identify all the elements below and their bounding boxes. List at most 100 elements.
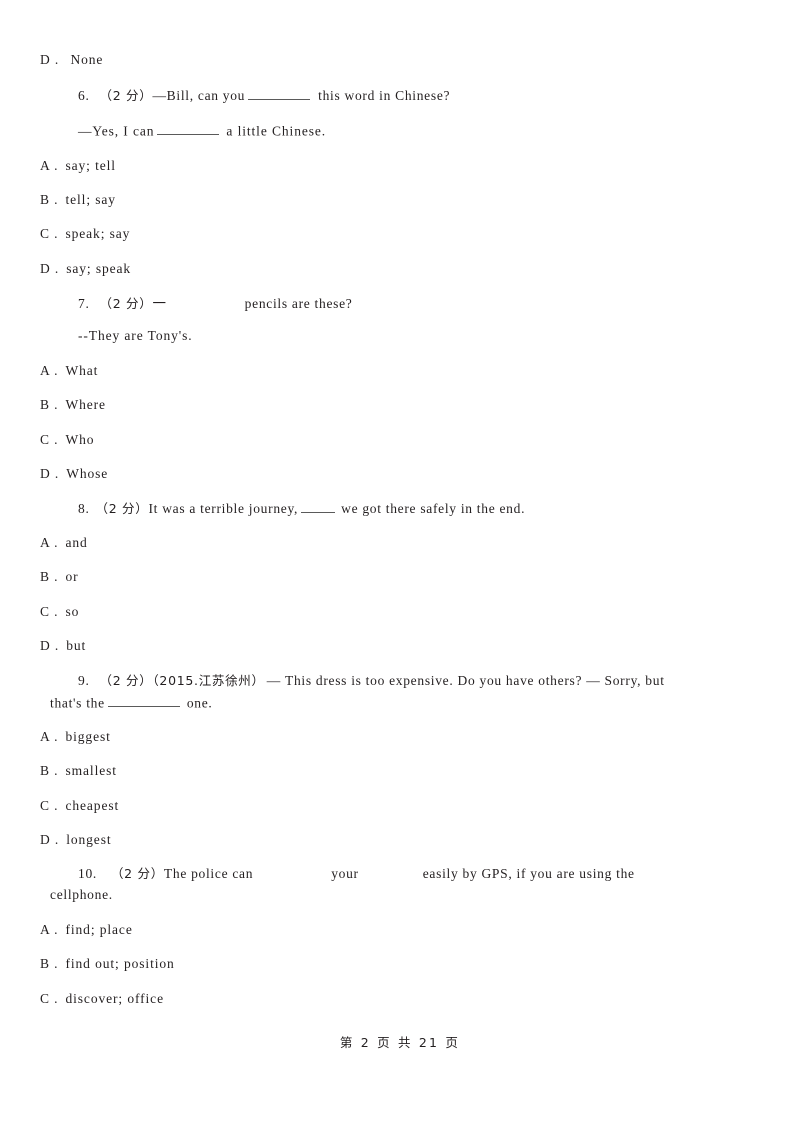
- option-label: D .: [40, 832, 60, 847]
- option-label: B .: [40, 192, 59, 207]
- option-line: A . say; tell: [40, 158, 742, 174]
- option-label: D .: [40, 261, 60, 276]
- option-line: C . discover; office: [40, 991, 742, 1007]
- option-text: smallest: [65, 763, 117, 778]
- question-number: 10.: [78, 866, 97, 881]
- option-text: Where: [65, 397, 106, 412]
- stem-line2-after: one.: [186, 695, 213, 711]
- option-text: discover; office: [65, 991, 164, 1006]
- question-marks: （2 分）: [99, 296, 153, 311]
- question-stem-text: —Bill, can you: [152, 88, 246, 103]
- reply-text: --They are Tony's.: [78, 328, 193, 343]
- option-line: A . What: [40, 363, 742, 379]
- option-line: B . Where: [40, 397, 742, 413]
- answer-blank: [157, 122, 220, 136]
- stem-line2-before: that's the: [50, 695, 105, 711]
- page-footer: 第 2 页 共 21 页: [339, 1035, 461, 1050]
- option-label: C .: [40, 604, 59, 619]
- option-label: B .: [40, 397, 59, 412]
- question-reply: --They are Tony's.: [78, 328, 780, 344]
- option-label: B .: [40, 569, 59, 584]
- option-label: D .: [40, 466, 60, 481]
- option-line: D . but: [40, 638, 742, 654]
- question-number: 7.: [78, 296, 90, 311]
- option-line: C . so: [40, 604, 742, 620]
- option-line: B . tell; say: [40, 192, 742, 208]
- stem-line2: cellphone.: [50, 887, 113, 902]
- option-line: D . say; speak: [40, 261, 742, 277]
- option-line: B . smallest: [40, 763, 742, 779]
- option-text: but: [66, 638, 87, 653]
- option-label: A .: [40, 729, 59, 744]
- option-text: find; place: [65, 922, 133, 937]
- option-text: tell; say: [65, 192, 116, 207]
- option-label: B .: [40, 956, 59, 971]
- option-text: say; speak: [66, 261, 132, 276]
- question-marks: （2 分）: [110, 866, 164, 881]
- option-text: longest: [66, 832, 112, 847]
- answer-blank: [167, 307, 245, 308]
- option-line: A . and: [40, 535, 742, 551]
- question-stem: 8. （2 分）It was a terrible journey, we got …: [50, 499, 752, 519]
- option-text: biggest: [65, 729, 111, 744]
- option-label: C .: [40, 991, 59, 1006]
- answer-blank: [107, 694, 180, 708]
- option-label: C .: [40, 432, 59, 447]
- option-text: or: [65, 569, 79, 584]
- option-label: A .: [40, 158, 59, 173]
- option-label: D .: [40, 52, 60, 67]
- option-line: C . cheapest: [40, 798, 742, 814]
- question-stem: 6. （2 分）—Bill, can you this word in Chines…: [50, 86, 752, 106]
- option-text: None: [70, 52, 104, 67]
- question-stem: 10. （2 分）The police can your easily by GPS,…: [50, 864, 752, 884]
- option-label: B .: [40, 763, 59, 778]
- answer-blank: [248, 87, 311, 100]
- option-line: A . biggest: [40, 729, 742, 745]
- question-stem-continuation: that's the one.: [50, 694, 752, 711]
- reply-text-after: a little Chinese.: [226, 123, 327, 139]
- question-stem-text: 一: [152, 296, 167, 311]
- question-reply: —Yes, I can a little Chinese.: [78, 122, 780, 139]
- option-line: A . find; place: [40, 922, 742, 938]
- option-line: D . Whose: [40, 466, 742, 482]
- option-label: A .: [40, 922, 59, 937]
- option-line: C . speak; say: [40, 226, 742, 242]
- question-source: （2015.江苏徐州）: [152, 673, 265, 688]
- question-stem-text-after: this word in Chinese?: [318, 88, 451, 103]
- question-marks: （2 分）: [99, 673, 153, 688]
- answer-blank: [253, 877, 331, 878]
- question-marks: （2 分）: [95, 501, 149, 516]
- question-stem-text-after: pencils are these?: [244, 296, 353, 311]
- document-page: D . None 6. （2 分）—Bill, can you this word …: [0, 0, 800, 1132]
- question-number: 6.: [78, 88, 90, 103]
- option-text: so: [65, 604, 80, 619]
- option-label: C .: [40, 226, 59, 241]
- option-text: Who: [65, 432, 95, 447]
- option-text: say; tell: [65, 158, 116, 173]
- question-stem: 7. （2 分）一 pencils are these?: [50, 294, 752, 314]
- reply-text: —Yes, I can: [78, 123, 155, 139]
- option-text: What: [65, 363, 99, 378]
- option-text: and: [65, 535, 88, 550]
- question-stem-mid: your: [331, 866, 359, 881]
- option-text: cheapest: [65, 798, 120, 813]
- question-stem-continuation: cellphone.: [50, 887, 752, 903]
- answer-blank: [301, 500, 336, 513]
- answer-blank: [359, 877, 423, 878]
- question-stem-after: easily by GPS, if you are using the: [422, 866, 635, 881]
- option-line: D . None: [40, 52, 742, 68]
- option-text: Whose: [66, 466, 109, 481]
- question-stem-text: It was a terrible journey,: [148, 501, 299, 516]
- option-label: A .: [40, 535, 59, 550]
- option-line: C . Who: [40, 432, 742, 448]
- option-line: B . or: [40, 569, 742, 585]
- question-number: 9.: [78, 673, 90, 688]
- question-stem: 9. （2 分）（2015.江苏徐州） — This dress is too ex…: [50, 671, 752, 691]
- option-text: speak; say: [65, 226, 131, 241]
- option-label: D .: [40, 638, 60, 653]
- question-marks: （2 分）: [99, 88, 153, 103]
- option-line: B . find out; position: [40, 956, 742, 972]
- question-stem-text: — This dress is too expensive. Do you ha…: [266, 673, 665, 688]
- option-line: D . longest: [40, 832, 742, 848]
- question-number: 8.: [78, 501, 90, 516]
